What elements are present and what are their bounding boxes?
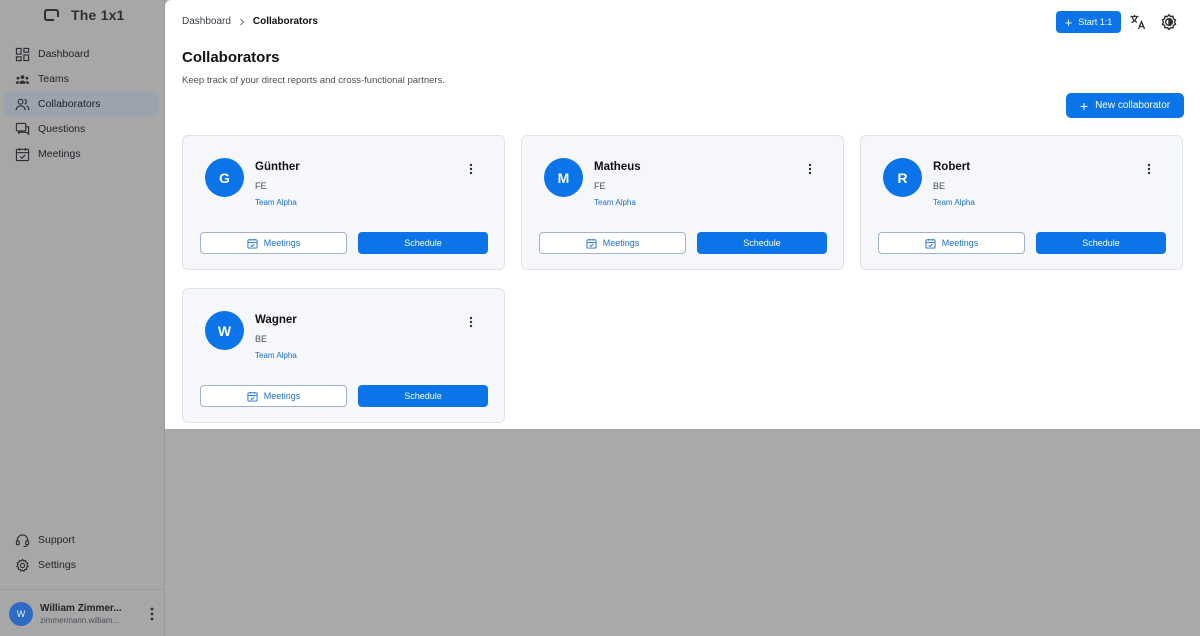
collaborator-team-link[interactable]: Team Alpha bbox=[255, 351, 297, 360]
brand[interactable]: The 1x1 bbox=[44, 7, 125, 23]
start-one-on-one-button[interactable]: + Start 1:1 bbox=[1056, 11, 1121, 33]
user-more-button[interactable] bbox=[145, 606, 159, 622]
breadcrumb: Dashboard Collaborators bbox=[182, 16, 318, 27]
card-menu-button[interactable] bbox=[466, 161, 476, 177]
calendar-icon bbox=[586, 238, 597, 249]
sidebar-item-teams[interactable]: Teams bbox=[4, 67, 159, 91]
meetings-label: Meetings bbox=[602, 238, 640, 248]
user-name: William Zimmer... bbox=[40, 603, 122, 614]
collaborator-role: BE bbox=[933, 181, 946, 191]
schedule-button[interactable]: Schedule bbox=[358, 232, 488, 254]
collaborator-name: Wagner bbox=[255, 314, 297, 326]
sidebar-item-label: Meetings bbox=[38, 148, 81, 160]
collaborator-team-link[interactable]: Team Alpha bbox=[255, 198, 297, 207]
sidebar: The 1x1 Dashboard Teams Collaborators Qu… bbox=[0, 0, 165, 636]
start-label: Start 1:1 bbox=[1078, 17, 1113, 27]
meetings-button[interactable]: Meetings bbox=[200, 232, 347, 254]
sidebar-item-label: Dashboard bbox=[38, 48, 90, 60]
breadcrumb-dashboard[interactable]: Dashboard bbox=[182, 16, 231, 27]
meetings-label: Meetings bbox=[941, 238, 979, 248]
collaborator-card: G Günther FE Team Alpha Meetings Schedul… bbox=[182, 135, 505, 270]
sidebar-item-label: Collaborators bbox=[38, 98, 101, 110]
breadcrumb-current: Collaborators bbox=[252, 16, 318, 27]
meetings-label: Meetings bbox=[263, 238, 301, 248]
sidebar-bottom-nav: Support Settings bbox=[4, 528, 159, 578]
sidebar-item-questions[interactable]: Questions bbox=[4, 117, 159, 141]
user-menu[interactable]: W William Zimmer... zimmermann.william..… bbox=[9, 601, 159, 627]
page-title: Collaborators bbox=[182, 49, 280, 66]
sidebar-item-label: Settings bbox=[38, 559, 76, 571]
more-vertical-icon bbox=[808, 163, 812, 175]
calendar-icon bbox=[247, 391, 258, 402]
user-info: William Zimmer... zimmermann.william... bbox=[40, 603, 126, 625]
new-collaborator-label: New collaborator bbox=[1095, 100, 1171, 111]
translate-button[interactable] bbox=[1129, 13, 1147, 31]
questions-icon bbox=[15, 122, 30, 135]
sidebar-item-support[interactable]: Support bbox=[4, 528, 159, 552]
sidebar-item-dashboard[interactable]: Dashboard bbox=[4, 42, 159, 66]
sidebar-item-collaborators[interactable]: Collaborators bbox=[4, 92, 159, 116]
sidebar-item-label: Support bbox=[38, 534, 75, 546]
sidebar-nav: Dashboard Teams Collaborators Questions … bbox=[4, 42, 159, 167]
card-menu-button[interactable] bbox=[1144, 161, 1154, 177]
user-email: zimmermann.william... bbox=[40, 616, 120, 625]
gear-icon bbox=[16, 557, 29, 572]
avatar: W bbox=[9, 602, 33, 626]
chevron-right-icon bbox=[238, 18, 246, 26]
collaborator-name: Robert bbox=[933, 161, 971, 173]
logo-icon bbox=[44, 9, 60, 22]
sidebar-item-label: Questions bbox=[38, 123, 86, 135]
more-vertical-icon bbox=[150, 607, 154, 621]
collaborator-role: BE bbox=[255, 334, 268, 344]
calendar-check-icon bbox=[15, 147, 30, 161]
support-icon bbox=[15, 533, 30, 547]
collaborators-icon bbox=[15, 98, 30, 110]
meetings-label: Meetings bbox=[263, 391, 301, 401]
collaborator-role: FE bbox=[594, 181, 606, 191]
collaborator-name: Günther bbox=[255, 161, 300, 173]
schedule-button[interactable]: Schedule bbox=[358, 385, 488, 407]
sidebar-item-meetings[interactable]: Meetings bbox=[4, 142, 159, 166]
collaborator-role: FE bbox=[255, 181, 267, 191]
avatar: R bbox=[883, 158, 922, 197]
collaborator-name: Matheus bbox=[594, 161, 641, 173]
collaborator-card: R Robert BE Team Alpha Meetings Schedule bbox=[860, 135, 1183, 270]
avatar: W bbox=[205, 311, 244, 350]
page-subtitle: Keep track of your direct reports and cr… bbox=[182, 75, 445, 86]
main-panel: Dashboard Collaborators + Start 1:1 Coll… bbox=[165, 0, 1200, 429]
avatar: G bbox=[205, 158, 244, 197]
meetings-button[interactable]: Meetings bbox=[200, 385, 347, 407]
new-collaborator-button[interactable]: + New collaborator bbox=[1066, 93, 1184, 118]
calendar-icon bbox=[247, 238, 258, 249]
translate-icon bbox=[1130, 15, 1146, 30]
more-vertical-icon bbox=[469, 163, 473, 175]
collaborator-card: M Matheus FE Team Alpha Meetings Schedul… bbox=[521, 135, 844, 270]
schedule-button[interactable]: Schedule bbox=[697, 232, 827, 254]
theme-toggle-button[interactable] bbox=[1160, 13, 1178, 31]
collaborator-team-link[interactable]: Team Alpha bbox=[933, 198, 975, 207]
meetings-button[interactable]: Meetings bbox=[539, 232, 686, 254]
dashboard-icon bbox=[15, 47, 30, 61]
more-vertical-icon bbox=[1147, 163, 1151, 175]
plus-icon: + bbox=[1079, 97, 1089, 114]
divider bbox=[0, 589, 165, 590]
collaborator-team-link[interactable]: Team Alpha bbox=[594, 198, 636, 207]
more-vertical-icon bbox=[469, 316, 473, 328]
sidebar-item-settings[interactable]: Settings bbox=[4, 553, 159, 577]
plus-icon: + bbox=[1064, 14, 1073, 30]
sidebar-item-label: Teams bbox=[38, 73, 69, 85]
teams-icon bbox=[15, 74, 30, 84]
card-menu-button[interactable] bbox=[805, 161, 815, 177]
app-name: The 1x1 bbox=[71, 7, 125, 23]
theme-icon bbox=[1161, 13, 1177, 31]
avatar: M bbox=[544, 158, 583, 197]
calendar-icon bbox=[925, 238, 936, 249]
card-menu-button[interactable] bbox=[466, 314, 476, 330]
meetings-button[interactable]: Meetings bbox=[878, 232, 1025, 254]
schedule-button[interactable]: Schedule bbox=[1036, 232, 1166, 254]
collaborator-card: W Wagner BE Team Alpha Meetings Schedule bbox=[182, 288, 505, 423]
